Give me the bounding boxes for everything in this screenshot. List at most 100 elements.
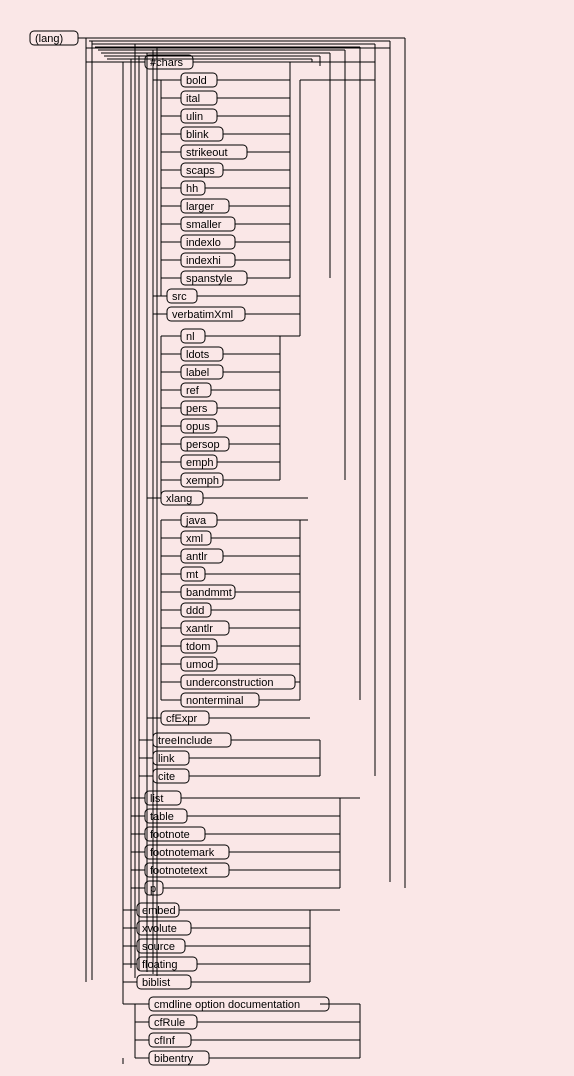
group-f-item-4-label: biblist <box>142 977 170 989</box>
group-d-item-0-label: treeInclude <box>158 735 212 747</box>
group-c-item-8: umod <box>181 657 217 671</box>
after-a-item-1: verbatimXml <box>167 307 245 321</box>
group-c-item-1-label: xml <box>186 533 203 545</box>
group-e-item-4-label: footnotetext <box>150 865 208 877</box>
group-f-item-2: source <box>137 939 185 953</box>
group-f-item-0: embed <box>137 903 179 917</box>
group-e-item-1-label: table <box>150 811 174 823</box>
group-c-item-6-label: xantlr <box>186 623 213 635</box>
group-c-item-10-label: nonterminal <box>186 695 243 707</box>
group-a-item-10-label: indexhi <box>186 255 221 267</box>
group-d-item-1: link <box>153 751 189 765</box>
group-a-item-0: bold <box>181 73 217 87</box>
after-c-item-0: cfExpr <box>161 711 209 725</box>
group-a-item-2-label: ulin <box>186 111 203 123</box>
group-f-item-3: floating <box>137 957 197 971</box>
railroad-diagram: (lang)#charsbolditalulinblinkstrikeoutsc… <box>0 0 574 1076</box>
group-a-item-8-label: smaller <box>186 219 222 231</box>
group-a-item-6-label: hh <box>186 183 198 195</box>
group-b-item-1: ldots <box>181 347 223 361</box>
group-c-item-4: bandmmt <box>181 585 235 599</box>
group-a-item-1: ital <box>181 91 217 105</box>
group-c-item-2-label: antlr <box>186 551 208 563</box>
group-b-item-6: persop <box>181 437 229 451</box>
group-g-item-0: cmdline option documentation <box>149 997 329 1011</box>
group-f-item-1: xvolute <box>137 921 191 935</box>
group-c-item-1: xml <box>181 531 211 545</box>
after-c-item-0-label: cfExpr <box>166 713 198 725</box>
after-b-item-0: xlang <box>161 491 203 505</box>
group-c-item-0-label: java <box>185 515 207 527</box>
group-c-item-9: underconstruction <box>181 675 295 689</box>
group-g-item-0-label: cmdline option documentation <box>154 999 300 1011</box>
group-b-item-2: label <box>181 365 223 379</box>
group-b-item-0: nl <box>181 329 205 343</box>
group-a-item-4-label: strikeout <box>186 147 228 159</box>
group-a-item-8: smaller <box>181 217 235 231</box>
group-e-item-3: footnotemark <box>145 845 229 859</box>
group-c-item-3: mt <box>181 567 205 581</box>
group-a-item-1-label: ital <box>186 93 200 105</box>
group-a-item-7-label: larger <box>186 201 214 213</box>
group-f-item-4: biblist <box>137 975 191 989</box>
group-b-item-8: xemph <box>181 473 223 487</box>
group-a-item-7: larger <box>181 199 229 213</box>
group-b-item-3: ref <box>181 383 211 397</box>
group-a-item-11: spanstyle <box>181 271 247 285</box>
group-b-item-8-label: xemph <box>186 475 219 487</box>
group-c-item-6: xantlr <box>181 621 229 635</box>
group-a-item-2: ulin <box>181 109 217 123</box>
group-b-item-1-label: ldots <box>186 349 210 361</box>
group-a-item-5-label: scaps <box>186 165 215 177</box>
group-c-item-10: nonterminal <box>181 693 259 707</box>
group-c-item-8-label: umod <box>186 659 214 671</box>
group-c-item-9-label: underconstruction <box>186 677 273 689</box>
group-b-item-3-label: ref <box>186 385 200 397</box>
group-e-item-2-label: footnote <box>150 829 190 841</box>
group-b-item-5: opus <box>181 419 217 433</box>
group-b-item-7: emph <box>181 455 217 469</box>
group-b-item-4: pers <box>181 401 217 415</box>
root-node: (lang) <box>30 31 78 45</box>
group-e-item-0: list <box>145 791 181 805</box>
group-b-item-6-label: persop <box>186 439 220 451</box>
root-node-label: (lang) <box>35 33 63 45</box>
group-a-item-5: scaps <box>181 163 223 177</box>
group-b-item-2-label: label <box>186 367 209 379</box>
group-a-item-3-label: blink <box>186 129 209 141</box>
group-g-item-3-label: bibentry <box>154 1053 194 1065</box>
after-b-item-0-label: xlang <box>166 493 192 505</box>
group-c-item-7: tdom <box>181 639 217 653</box>
group-b-item-4-label: pers <box>186 403 208 415</box>
group-e-item-2: footnote <box>145 827 205 841</box>
group-d-item-2: cite <box>153 769 189 783</box>
group-d-item-2-label: cite <box>158 771 175 783</box>
group-e-item-4: footnotetext <box>145 863 229 877</box>
group-g-item-2: cfInf <box>149 1033 191 1047</box>
group-c-item-5: ddd <box>181 603 211 617</box>
group-c-item-7-label: tdom <box>186 641 210 653</box>
group-g-item-1: cfRule <box>149 1015 197 1029</box>
group-d-item-1-label: link <box>158 753 175 765</box>
group-a-item-9-label: indexlo <box>186 237 221 249</box>
group-g-item-3: bibentry <box>149 1051 209 1065</box>
after-a-item-1-label: verbatimXml <box>172 309 233 321</box>
group-d-item-0: treeInclude <box>153 733 231 747</box>
group-a-item-3: blink <box>181 127 223 141</box>
group-a-item-10: indexhi <box>181 253 235 267</box>
group-a-item-9: indexlo <box>181 235 235 249</box>
group-c-item-5-label: ddd <box>186 605 204 617</box>
group-e-item-5: p <box>145 881 163 895</box>
group-a-item-11-label: spanstyle <box>186 273 232 285</box>
group-b-item-0-label: nl <box>186 331 195 343</box>
group-b-item-7-label: emph <box>186 457 214 469</box>
after-a-item-0-label: src <box>172 291 187 303</box>
group-e-item-3-label: footnotemark <box>150 847 215 859</box>
group-g-item-1-label: cfRule <box>154 1017 185 1029</box>
group-c-item-0: java <box>181 513 217 527</box>
group-a-item-4: strikeout <box>181 145 247 159</box>
group-b-item-5-label: opus <box>186 421 210 433</box>
group-a-item-6: hh <box>181 181 205 195</box>
group-g-item-2-label: cfInf <box>154 1035 176 1047</box>
group-c-item-4-label: bandmmt <box>186 587 232 599</box>
